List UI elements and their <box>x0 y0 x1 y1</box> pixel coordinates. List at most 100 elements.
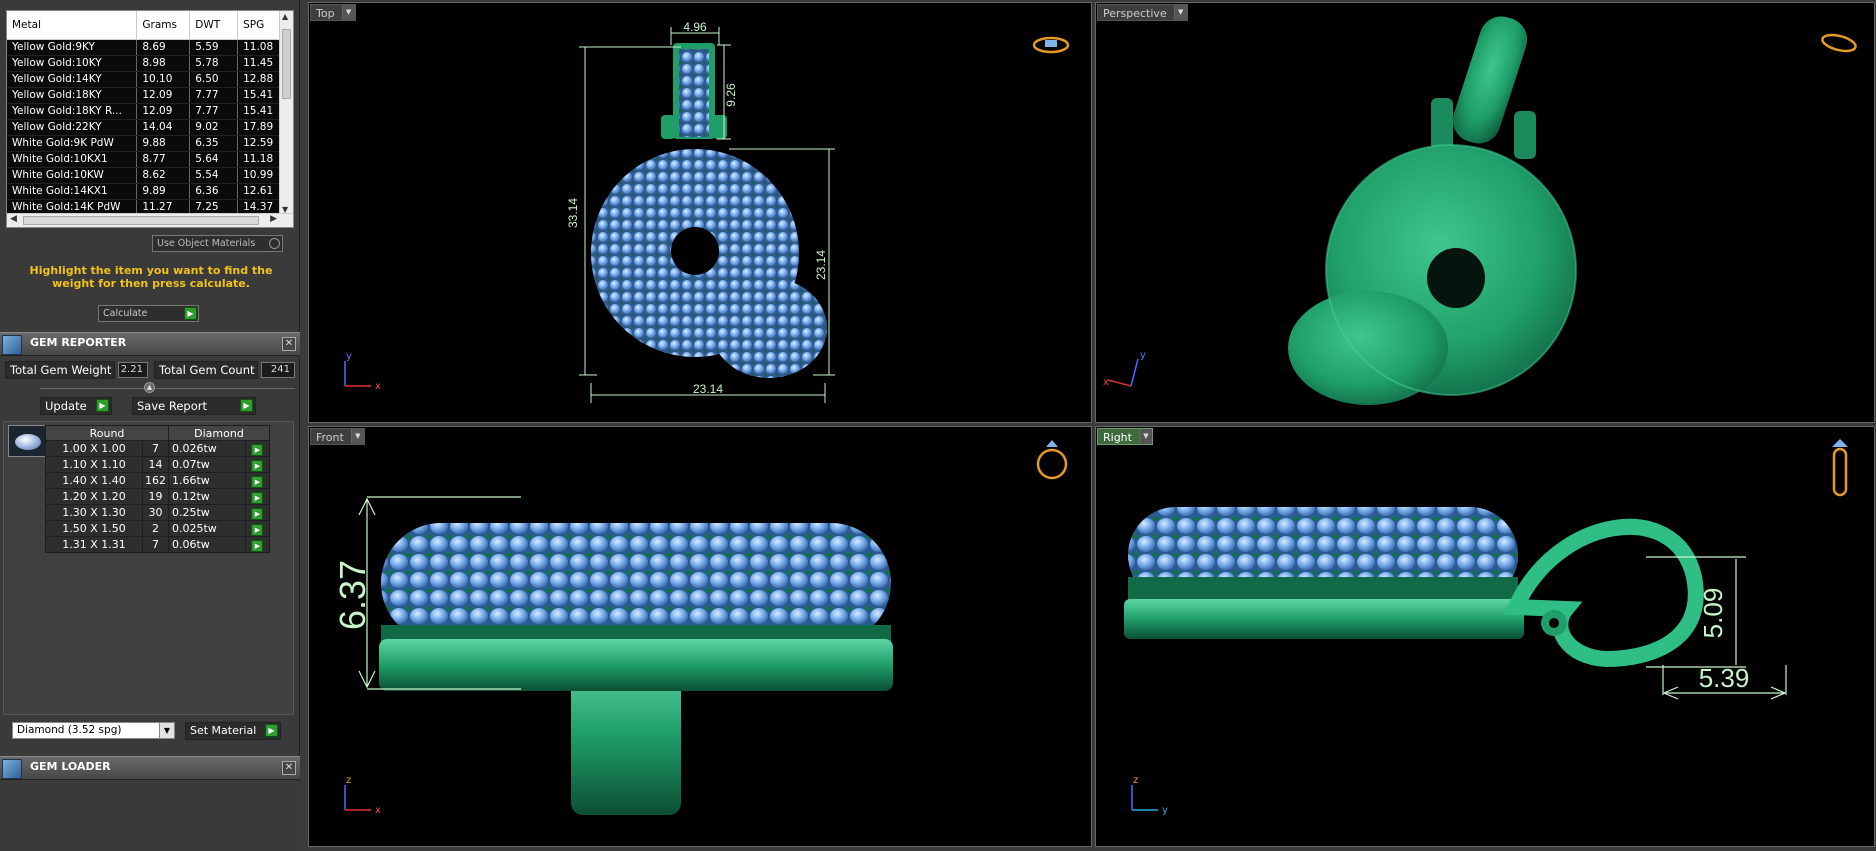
material-select[interactable]: Diamond (3.52 spg) ▼ <box>12 722 175 739</box>
table-row[interactable]: Yellow Gold:22KY 14.04 9.02 17.89 <box>7 119 285 136</box>
count-cell: 7 <box>142 536 169 553</box>
scroll-thumb[interactable] <box>282 29 291 99</box>
ring-side-icon[interactable] <box>1036 440 1068 480</box>
gem-row[interactable]: 1.50 X 1.50 2 0.025tw ▶ <box>45 520 271 537</box>
col-round: Round <box>45 425 169 441</box>
chevron-down-icon[interactable]: ▼ <box>1138 429 1152 444</box>
close-icon[interactable]: ✕ <box>282 761 296 775</box>
size-cell: 1.31 X 1.31 <box>45 536 143 553</box>
play-icon[interactable]: ▶ <box>184 307 197 320</box>
chevron-down-icon[interactable]: ▼ <box>159 723 174 738</box>
gem-row[interactable]: 1.10 X 1.10 14 0.07tw ▶ <box>45 456 271 473</box>
metal-table-vscrollbar[interactable]: ▲ ▼ <box>279 11 293 215</box>
size-cell: 1.20 X 1.20 <box>45 488 143 505</box>
table-cell: Yellow Gold:18KY R... <box>7 103 138 120</box>
scroll-up-icon[interactable]: ▲ <box>282 12 288 21</box>
gem-loader-body <box>0 782 300 851</box>
close-icon[interactable]: ✕ <box>282 337 296 351</box>
material-select-value: Diamond (3.52 spg) <box>17 724 122 736</box>
table-row[interactable]: Yellow Gold:18KY R... 12.09 7.77 15.41 <box>7 103 285 120</box>
select-gem-button[interactable]: ▶ <box>244 456 271 473</box>
play-icon[interactable]: ▶ <box>96 399 109 412</box>
table-cell: 14.04 <box>136 119 191 136</box>
calculate-button[interactable]: Calculate ▶ <box>98 305 199 322</box>
select-gem-button[interactable]: ▶ <box>244 440 271 457</box>
total-gem-weight-value: 2.21 <box>118 362 148 378</box>
dim-front-height: 6.37 <box>332 560 373 630</box>
table-cell: 8.69 <box>136 39 191 56</box>
update-button[interactable]: Update ▶ <box>40 397 112 415</box>
scroll-left-icon[interactable]: ◀ <box>10 214 17 224</box>
collapse-icon[interactable]: ▲ <box>144 382 155 393</box>
metal-table-hscrollbar[interactable]: ◀ ▶ <box>7 213 293 227</box>
radio-icon[interactable] <box>269 238 280 249</box>
play-icon[interactable]: ▶ <box>240 399 253 412</box>
table-cell: 6.36 <box>189 183 239 200</box>
gem-row[interactable]: 1.31 X 1.31 7 0.06tw ▶ <box>45 536 271 553</box>
table-row[interactable]: White Gold:9K PdW 9.88 6.35 12.59 <box>7 135 285 152</box>
select-gem-button[interactable]: ▶ <box>244 536 271 553</box>
size-cell: 1.40 X 1.40 <box>45 472 143 489</box>
ring-front-icon[interactable] <box>1832 439 1848 497</box>
dim-bail-height: 5.09 <box>1698 588 1728 639</box>
play-icon[interactable]: ▶ <box>251 443 264 456</box>
select-gem-button[interactable]: ▶ <box>244 472 271 489</box>
axis-x-label: x <box>1103 377 1109 388</box>
ring-orientation-icon[interactable] <box>1821 32 1857 54</box>
table-row[interactable]: Yellow Gold:10KY 8.98 5.78 11.45 <box>7 55 285 72</box>
col-grams[interactable]: Grams <box>136 11 191 40</box>
viewport-right[interactable]: 5.09 5.39 z y Right ▼ <box>1095 426 1875 847</box>
table-row[interactable]: Yellow Gold:18KY 12.09 7.77 15.41 <box>7 87 285 104</box>
gem-row[interactable]: 1.00 X 1.00 7 0.026tw ▶ <box>45 440 271 457</box>
gem-thumbnail[interactable] <box>8 425 46 457</box>
gem-row[interactable]: 1.30 X 1.30 30 0.25tw ▶ <box>45 504 271 521</box>
scroll-thumb-h[interactable] <box>23 216 259 225</box>
col-dwt[interactable]: DWT <box>189 11 239 40</box>
play-icon[interactable]: ▶ <box>251 507 264 520</box>
weight-cell: 0.25tw <box>168 504 246 521</box>
col-metal[interactable]: Metal <box>7 11 138 40</box>
table-row[interactable]: White Gold:14KX1 9.89 6.36 12.61 <box>7 183 285 200</box>
viewport-top-label[interactable]: Top ▼ <box>310 4 356 21</box>
count-cell: 7 <box>142 440 169 457</box>
select-gem-button[interactable]: ▶ <box>244 520 271 537</box>
set-material-button[interactable]: Set Material ▶ <box>185 722 281 740</box>
select-gem-button[interactable]: ▶ <box>244 504 271 521</box>
chevron-down-icon[interactable]: ▼ <box>341 5 355 20</box>
dim-total-height: 33.14 <box>566 198 580 228</box>
select-gem-button[interactable]: ▶ <box>244 488 271 505</box>
chevron-down-icon[interactable]: ▼ <box>1173 5 1187 20</box>
play-icon[interactable]: ▶ <box>265 724 278 737</box>
axis-x-label: x <box>375 381 381 392</box>
play-icon[interactable]: ▶ <box>251 491 264 504</box>
viewport-perspective[interactable]: y x Perspective ▼ <box>1095 2 1875 423</box>
table-row[interactable]: Yellow Gold:9KY 8.69 5.59 11.08 <box>7 39 285 56</box>
gem-row[interactable]: 1.20 X 1.20 19 0.12tw ▶ <box>45 488 271 505</box>
count-cell: 162 <box>142 472 169 489</box>
chevron-down-icon[interactable]: ▼ <box>350 429 364 444</box>
viewport-perspective-label[interactable]: Perspective ▼ <box>1097 4 1188 21</box>
table-cell: 7.77 <box>189 103 239 120</box>
col-spg[interactable]: SPG <box>237 11 285 40</box>
table-cell: 6.35 <box>189 135 239 152</box>
viewport-right-name: Right <box>1103 431 1132 444</box>
gem-row[interactable]: 1.40 X 1.40 162 1.66tw ▶ <box>45 472 271 489</box>
save-report-button[interactable]: Save Report ▶ <box>132 397 256 415</box>
use-object-materials-toggle[interactable]: Use Object Materials <box>152 235 283 252</box>
viewport-front[interactable]: 6.37 z x Front ▼ <box>308 426 1092 847</box>
table-row[interactable]: White Gold:10KW 8.62 5.54 10.99 <box>7 167 285 184</box>
viewport-front-label[interactable]: Front ▼ <box>310 428 365 445</box>
weight-cell: 0.12tw <box>168 488 246 505</box>
scroll-right-icon[interactable]: ▶ <box>270 214 277 224</box>
play-icon[interactable]: ▶ <box>251 459 264 472</box>
viewport-top[interactable]: 4.96 9.26 33.14 23.14 23.14 y x Top ▼ <box>308 2 1092 423</box>
table-cell: 17.89 <box>237 119 285 136</box>
play-icon[interactable]: ▶ <box>251 523 264 536</box>
play-icon[interactable]: ▶ <box>251 539 264 552</box>
play-icon[interactable]: ▶ <box>251 475 264 488</box>
table-row[interactable]: Yellow Gold:14KY 10.10 6.50 12.88 <box>7 71 285 88</box>
viewport-right-label[interactable]: Right ▼ <box>1097 428 1153 445</box>
table-row[interactable]: White Gold:10KX1 8.77 5.64 11.18 <box>7 151 285 168</box>
metal-weight-table[interactable]: Metal Grams DWT SPG Yellow Gold:9KY 8.69 5… <box>6 10 294 228</box>
axis-triad: y x <box>344 351 381 392</box>
